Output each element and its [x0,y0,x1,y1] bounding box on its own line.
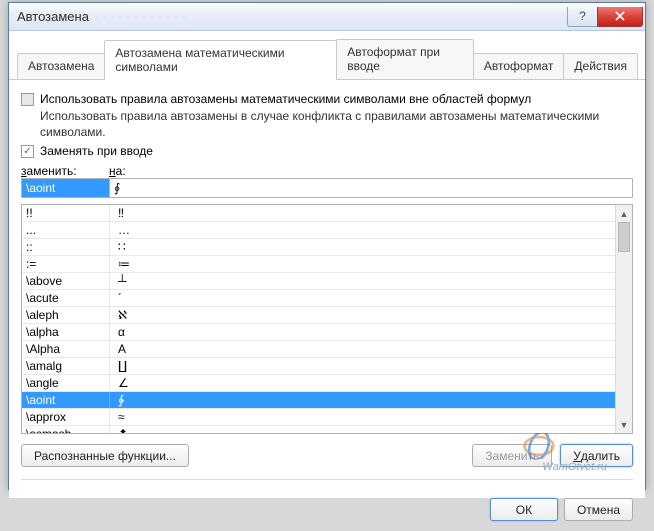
recognized-functions-button[interactable]: Распознанные функции... [21,444,189,467]
separator [21,479,633,480]
list-value: ∷ [110,240,126,254]
list-value: α [110,325,125,339]
list-value: ℵ [110,308,127,322]
checkbox-use-outside[interactable] [21,93,34,106]
window-buttons: ? [567,7,643,27]
window-title: Автозамена [17,9,89,24]
list-key: \acute [22,290,110,306]
checkbox-replace-during[interactable]: ✓ [21,145,34,158]
list-key: \aleph [22,307,110,323]
label-with: на: [109,164,126,178]
list-item[interactable]: ...… [22,222,615,239]
list-item[interactable]: \above┴ [22,273,615,290]
list-value: ∐ [110,359,127,373]
list-item[interactable]: \asmash⬆ [22,426,615,433]
delete-button[interactable]: Удалить [560,444,633,467]
list-value: Α [110,342,126,356]
label-use-outside: Использовать правила автозамены математи… [40,92,531,106]
ok-button[interactable]: ОК [490,498,558,521]
list-key: !! [22,205,110,221]
tab-autoformat-typing[interactable]: Автоформат при вводе [336,39,474,79]
list-key: \angle [22,375,110,391]
list-value: ≈ [110,410,125,424]
tab-content: Использовать правила автозамены математи… [9,80,645,498]
tab-math-autocorrect[interactable]: Автозамена математическими символами [104,40,337,80]
tab-strip: Автозамена Автозамена математическими си… [9,31,645,80]
list-key: ... [22,222,110,238]
list-key: \above [22,273,110,289]
tab-autocorrect[interactable]: Автозамена [17,53,105,79]
scrollbar[interactable]: ▲ ▼ [615,205,632,433]
label-replace: заменить: [21,164,109,178]
tab-actions[interactable]: Действия [563,53,638,79]
dialog-window: Автозамена · · · · · · · · · · · · ? Авт… [8,2,646,490]
list-item[interactable]: \angle∠ [22,375,615,392]
list-item[interactable]: \aoint∲ [22,392,615,409]
list-value: ´ [110,291,122,305]
list-key: \amalg [22,358,110,374]
with-input[interactable] [109,178,633,198]
title-suffix: · · · · · · · · · · · · [95,9,187,24]
list-key: := [22,256,110,272]
list-item[interactable]: ::∷ [22,239,615,256]
list-value: ⬆ [110,427,128,433]
scroll-up-icon[interactable]: ▲ [616,205,632,222]
replace-input[interactable] [21,178,109,198]
close-button[interactable] [597,7,643,27]
list-key: \asmash [22,426,110,433]
title-bar[interactable]: Автозамена · · · · · · · · · · · · ? [9,3,645,31]
replace-button[interactable]: Заменить [472,444,552,467]
list-key: \aoint [22,392,110,408]
list-item[interactable]: \AlphaΑ [22,341,615,358]
list-item[interactable]: \alphaα [22,324,615,341]
scroll-down-icon[interactable]: ▼ [616,416,632,433]
cancel-button[interactable]: Отмена [564,498,633,521]
list-key: \approx [22,409,110,425]
list-item[interactable]: \amalg∐ [22,358,615,375]
list-value: ∲ [110,393,124,407]
list-value: … [110,223,130,237]
list-item[interactable]: \approx≈ [22,409,615,426]
list-item[interactable]: \alephℵ [22,307,615,324]
list-key: :: [22,239,110,255]
list-value: ‼ [110,206,124,220]
tab-autoformat[interactable]: Автоформат [473,53,565,79]
list-key: \alpha [22,324,110,340]
list-item[interactable]: :=≔ [22,256,615,273]
list-value: ∠ [110,376,129,390]
help-button[interactable]: ? [567,7,597,27]
dialog-footer: ОК Отмена [9,498,645,531]
list-value: ≔ [110,257,130,271]
list-item[interactable]: \acute´ [22,290,615,307]
replacement-list: !!‼...…::∷:=≔\above┴\acute´\alephℵ\alpha… [21,204,633,434]
list-key: \Alpha [22,341,110,357]
label-conflict: Использовать правила автозамены в случае… [40,108,633,140]
label-replace-during: Заменять при вводе [40,144,153,158]
list-item[interactable]: !!‼ [22,205,615,222]
list-value: ┴ [110,274,127,288]
scroll-thumb[interactable] [618,222,630,252]
